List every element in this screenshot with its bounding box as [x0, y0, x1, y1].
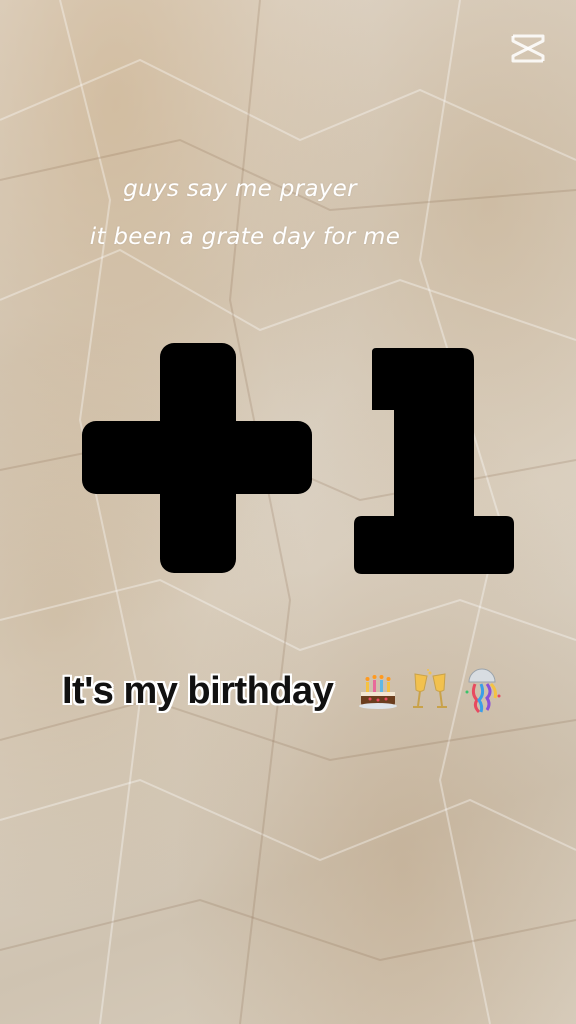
- digit-one: [354, 348, 514, 574]
- confetti-ball-icon: [465, 668, 501, 714]
- caption-line-1: guys say me prayer: [123, 176, 357, 202]
- birthday-text: It's my birthday: [62, 669, 334, 712]
- emoji-group: [355, 668, 505, 714]
- caption-line-2: it been a grate day for me: [89, 224, 401, 250]
- birthday-row: It's my birthday: [62, 668, 505, 714]
- plus-one-headline: +1: [82, 343, 514, 574]
- clinking-glasses-icon: [413, 669, 448, 708]
- birthday-cake-icon: [359, 675, 398, 709]
- capcut-logo-icon: [511, 34, 545, 63]
- story-screen: guys say me prayer it been a grate day f…: [0, 0, 576, 1024]
- plus-horizontal-bar: [82, 421, 312, 494]
